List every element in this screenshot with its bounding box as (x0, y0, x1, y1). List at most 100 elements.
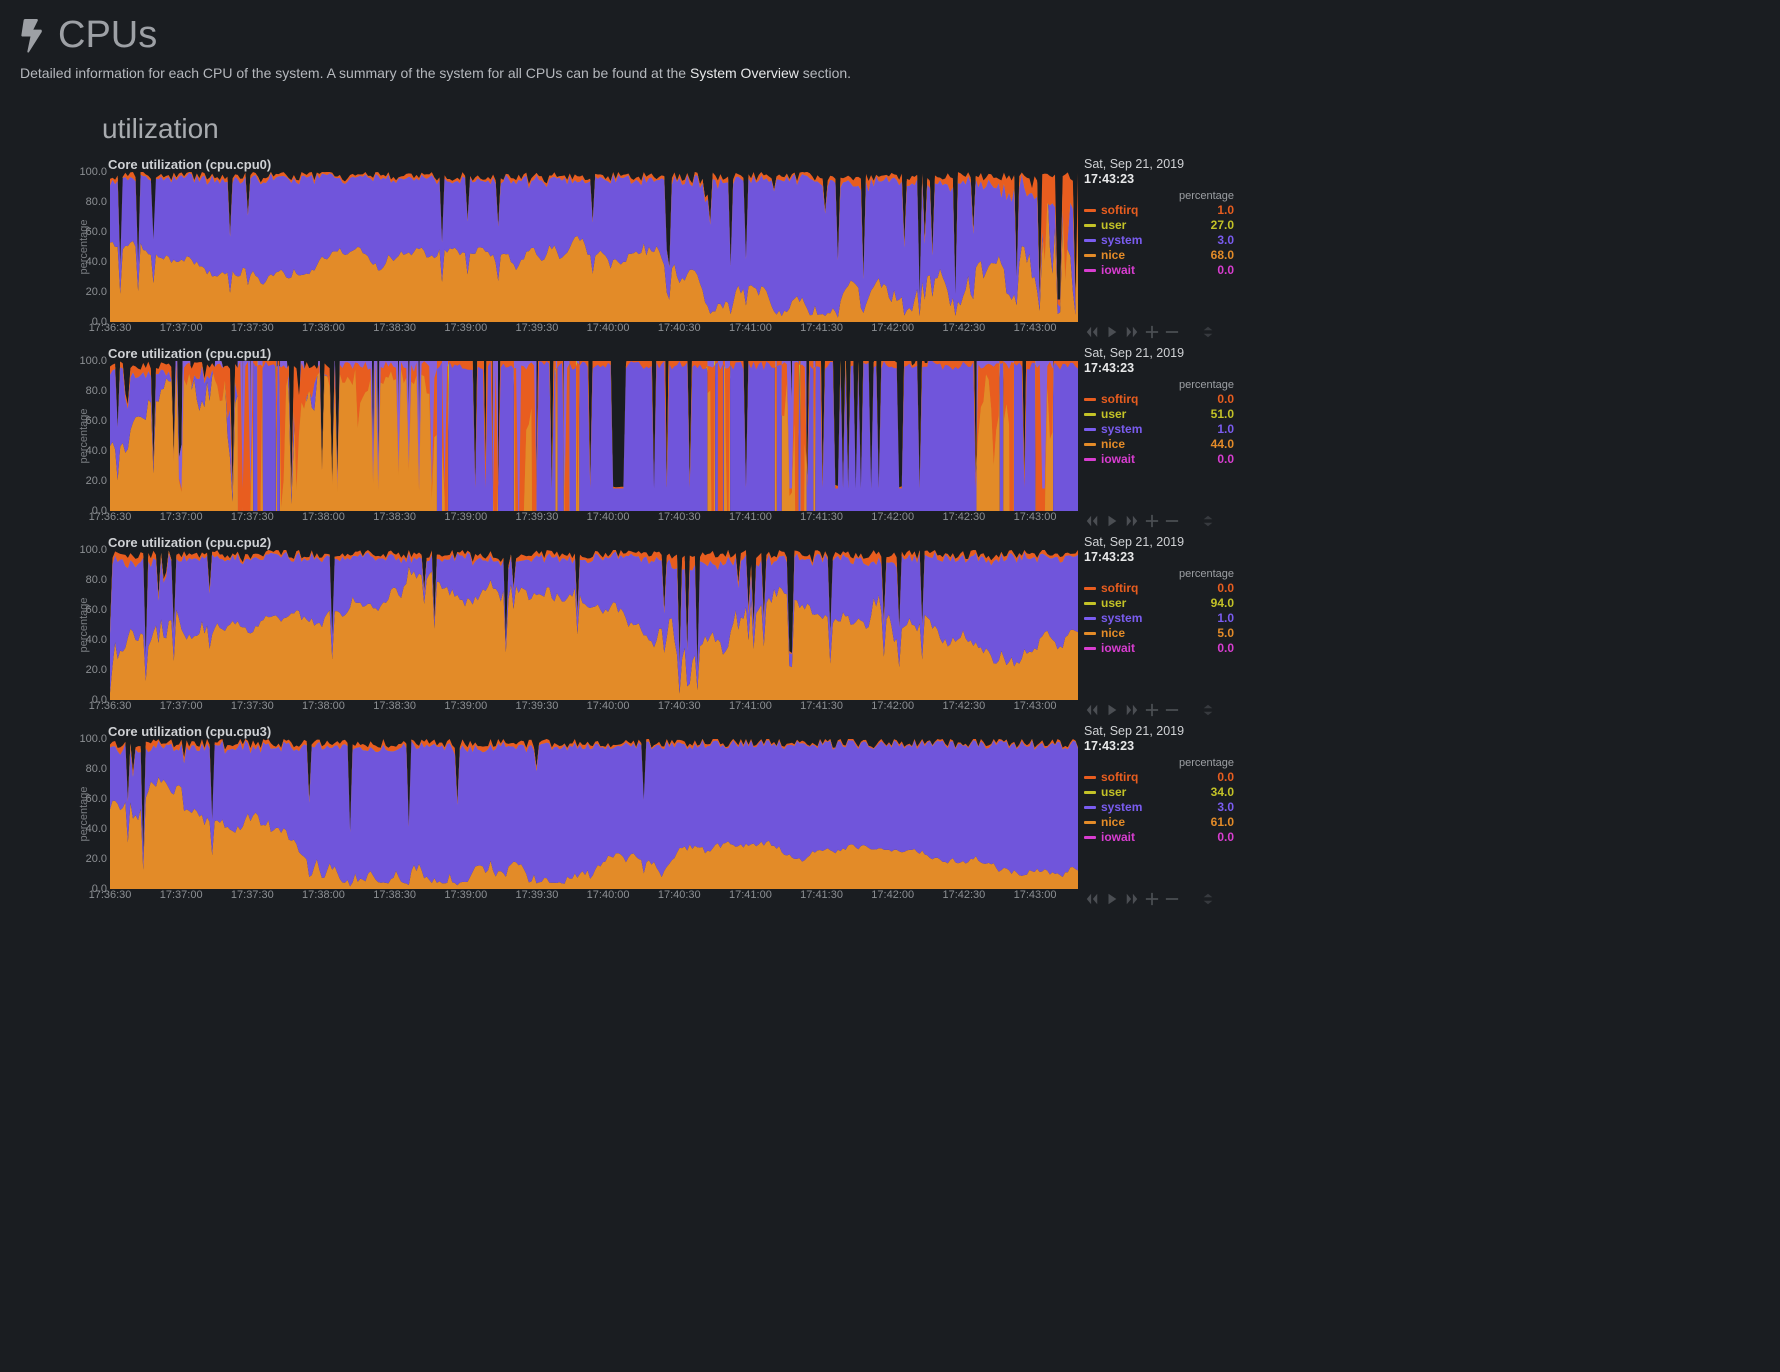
play-icon[interactable] (1105, 703, 1119, 717)
fastforward-icon[interactable] (1125, 514, 1139, 528)
legend-value: 0.0 (1202, 770, 1234, 785)
legend-item-system[interactable]: system 1.0 (1084, 422, 1234, 437)
page-description: Detailed information for each CPU of the… (20, 65, 1215, 81)
legend-panel: Sat, Sep 21, 2019 17:43:23 percentage so… (1084, 535, 1234, 656)
x-tick: 17:39:00 (444, 511, 487, 527)
fastforward-icon[interactable] (1125, 703, 1139, 717)
resize-icon[interactable] (1201, 514, 1215, 528)
legend-item-iowait[interactable]: iowait 0.0 (1084, 452, 1234, 467)
legend-unit: percentage (1084, 379, 1234, 391)
legend-value: 34.0 (1202, 785, 1234, 800)
system-overview-link[interactable]: System Overview (690, 65, 799, 81)
legend-item-nice[interactable]: nice 61.0 (1084, 815, 1234, 830)
legend-value: 1.0 (1202, 611, 1234, 626)
resize-icon[interactable] (1201, 325, 1215, 339)
legend-item-iowait[interactable]: iowait 0.0 (1084, 830, 1234, 845)
zoom-out-icon[interactable] (1165, 892, 1179, 906)
chart-plot-area[interactable] (110, 550, 1078, 700)
legend-item-user[interactable]: user 51.0 (1084, 407, 1234, 422)
legend-item-nice[interactable]: nice 68.0 (1084, 248, 1234, 263)
legend-item-system[interactable]: system 1.0 (1084, 611, 1234, 626)
legend-name: nice (1101, 248, 1197, 263)
legend-name: user (1101, 218, 1197, 233)
legend-item-system[interactable]: system 3.0 (1084, 233, 1234, 248)
legend-swatch-icon (1084, 776, 1096, 779)
zoom-out-icon[interactable] (1165, 514, 1179, 528)
x-tick: 17:40:00 (587, 700, 630, 716)
legend-name: system (1101, 611, 1197, 626)
x-tick: 17:39:30 (516, 511, 559, 527)
x-tick: 17:38:00 (302, 511, 345, 527)
legend-time: 17:43:23 (1084, 361, 1234, 375)
zoom-out-icon[interactable] (1165, 703, 1179, 717)
x-tick: 17:38:30 (373, 322, 416, 338)
legend-name: system (1101, 800, 1197, 815)
x-tick: 17:38:30 (373, 889, 416, 905)
legend-item-system[interactable]: system 3.0 (1084, 800, 1234, 815)
x-tick: 17:37:00 (160, 322, 203, 338)
rewind-icon[interactable] (1085, 703, 1099, 717)
x-tick: 17:40:00 (587, 322, 630, 338)
fastforward-icon[interactable] (1125, 892, 1139, 906)
legend-name: system (1101, 233, 1197, 248)
y-tick: 100.0 (71, 544, 107, 556)
chart-cpu1: Core utilization (cpu.cpu1) percentage 0… (20, 346, 1215, 531)
x-tick: 17:42:00 (871, 322, 914, 338)
legend-item-softirq[interactable]: softirq 0.0 (1084, 581, 1234, 596)
legend-value: 0.0 (1202, 641, 1234, 656)
legend-item-nice[interactable]: nice 44.0 (1084, 437, 1234, 452)
chart-title: Core utilization (cpu.cpu1) (108, 346, 271, 361)
legend-name: iowait (1101, 830, 1197, 845)
legend-item-softirq[interactable]: softirq 0.0 (1084, 770, 1234, 785)
legend-name: softirq (1101, 581, 1197, 596)
zoom-out-icon[interactable] (1165, 325, 1179, 339)
resize-icon[interactable] (1201, 703, 1215, 717)
legend-swatch-icon (1084, 428, 1096, 431)
chart-title: Core utilization (cpu.cpu2) (108, 535, 271, 550)
x-tick: 17:37:00 (160, 511, 203, 527)
legend-unit: percentage (1084, 757, 1234, 769)
chart-controls (1085, 703, 1215, 717)
rewind-icon[interactable] (1085, 514, 1099, 528)
x-tick: 17:36:30 (89, 700, 132, 716)
x-tick: 17:41:30 (800, 511, 843, 527)
play-icon[interactable] (1105, 892, 1119, 906)
zoom-in-icon[interactable] (1145, 325, 1159, 339)
legend-date: Sat, Sep 21, 2019 (1084, 157, 1234, 171)
x-tick: 17:38:30 (373, 700, 416, 716)
x-axis: 17:36:3017:37:0017:37:3017:38:0017:38:30… (110, 322, 1078, 338)
legend-item-nice[interactable]: nice 5.0 (1084, 626, 1234, 641)
y-tick: 20.0 (71, 286, 107, 298)
page-title: CPUs (20, 14, 1215, 57)
rewind-icon[interactable] (1085, 892, 1099, 906)
play-icon[interactable] (1105, 325, 1119, 339)
chart-plot-area[interactable] (110, 172, 1078, 322)
zoom-in-icon[interactable] (1145, 703, 1159, 717)
legend-item-user[interactable]: user 34.0 (1084, 785, 1234, 800)
x-tick: 17:36:30 (89, 511, 132, 527)
resize-icon[interactable] (1201, 892, 1215, 906)
legend-value: 51.0 (1202, 407, 1234, 422)
rewind-icon[interactable] (1085, 325, 1099, 339)
x-tick: 17:37:30 (231, 700, 274, 716)
x-tick: 17:40:30 (658, 700, 701, 716)
x-tick: 17:41:00 (729, 700, 772, 716)
x-tick: 17:42:30 (942, 322, 985, 338)
chart-plot-area[interactable] (110, 739, 1078, 889)
legend-item-softirq[interactable]: softirq 0.0 (1084, 392, 1234, 407)
legend-item-softirq[interactable]: softirq 1.0 (1084, 203, 1234, 218)
x-tick: 17:41:00 (729, 322, 772, 338)
legend-name: softirq (1101, 203, 1197, 218)
legend-item-iowait[interactable]: iowait 0.0 (1084, 641, 1234, 656)
legend-swatch-icon (1084, 458, 1096, 461)
legend-item-user[interactable]: user 27.0 (1084, 218, 1234, 233)
play-icon[interactable] (1105, 514, 1119, 528)
legend-item-iowait[interactable]: iowait 0.0 (1084, 263, 1234, 278)
zoom-in-icon[interactable] (1145, 514, 1159, 528)
legend-value: 44.0 (1202, 437, 1234, 452)
legend-item-user[interactable]: user 94.0 (1084, 596, 1234, 611)
x-tick: 17:40:30 (658, 511, 701, 527)
chart-plot-area[interactable] (110, 361, 1078, 511)
fastforward-icon[interactable] (1125, 325, 1139, 339)
zoom-in-icon[interactable] (1145, 892, 1159, 906)
